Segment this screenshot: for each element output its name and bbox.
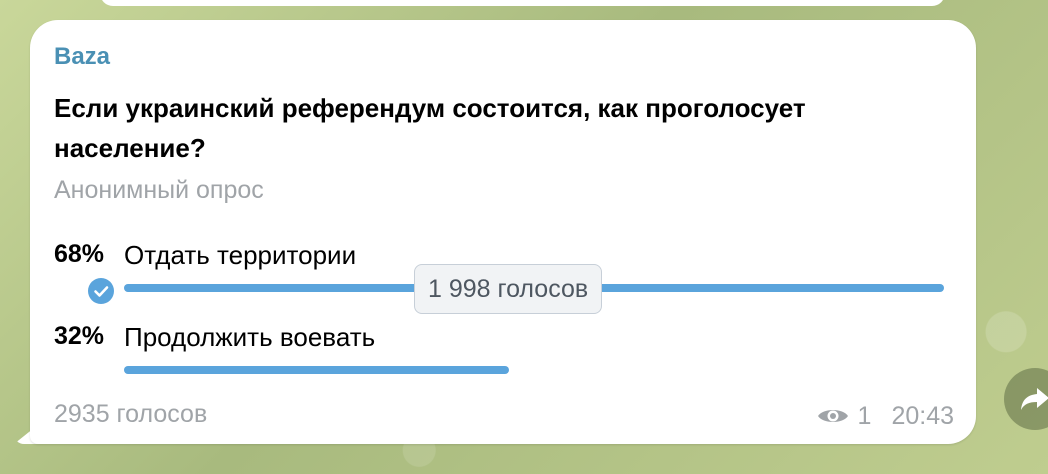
option-percent: 68% (54, 240, 105, 268)
option-label: Продолжить воевать (124, 322, 376, 352)
sender-name[interactable]: Baza (54, 43, 110, 71)
poll-question: Если украинский референдум состоится, ка… (54, 93, 806, 163)
option-percent: 32% (54, 322, 105, 350)
option-bar-track (124, 366, 944, 374)
forward-icon (1021, 388, 1048, 410)
eye-icon (816, 405, 850, 427)
votes-tooltip: 1 998 голосов (414, 264, 603, 314)
option-label: Отдать территории (124, 240, 357, 270)
poll-message-bubble[interactable] (30, 20, 976, 444)
message-meta: 1 20:43 (816, 400, 954, 432)
previous-message-bubble[interactable] (100, 0, 945, 6)
message-time: 20:43 (891, 401, 954, 430)
check-icon (88, 278, 114, 304)
view-count: 1 (857, 401, 872, 430)
total-votes[interactable]: 2935 голосов (54, 400, 207, 429)
option-bar (124, 366, 510, 374)
poll-type-label: Анонимный опрос (54, 176, 264, 204)
